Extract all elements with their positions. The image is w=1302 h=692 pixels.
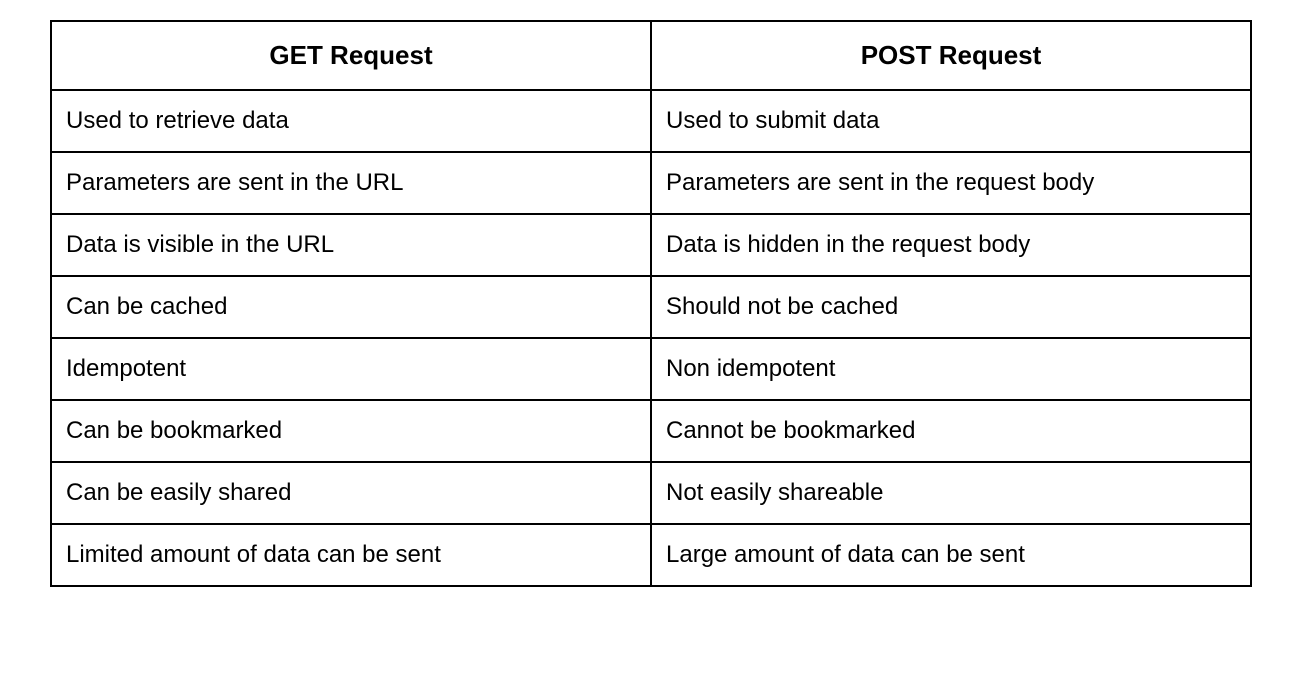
cell-post: Non idempotent [651,338,1251,400]
table-row: Parameters are sent in the URL Parameter… [51,152,1251,214]
table-row: Can be easily shared Not easily shareabl… [51,462,1251,524]
table-row: Idempotent Non idempotent [51,338,1251,400]
table-row: Used to retrieve data Used to submit dat… [51,90,1251,152]
table-row: Can be cached Should not be cached [51,276,1251,338]
cell-get: Idempotent [51,338,651,400]
table-header-row: GET Request POST Request [51,21,1251,90]
header-get: GET Request [51,21,651,90]
comparison-table: GET Request POST Request Used to retriev… [50,20,1252,587]
table-row: Limited amount of data can be sent Large… [51,524,1251,586]
table-row: Data is visible in the URL Data is hidde… [51,214,1251,276]
cell-get: Can be bookmarked [51,400,651,462]
cell-post: Used to submit data [651,90,1251,152]
cell-get: Used to retrieve data [51,90,651,152]
cell-get: Data is visible in the URL [51,214,651,276]
cell-post: Should not be cached [651,276,1251,338]
cell-post: Not easily shareable [651,462,1251,524]
cell-get: Can be cached [51,276,651,338]
cell-post: Parameters are sent in the request body [651,152,1251,214]
table-row: Can be bookmarked Cannot be bookmarked [51,400,1251,462]
cell-post: Data is hidden in the request body [651,214,1251,276]
header-post: POST Request [651,21,1251,90]
cell-get: Parameters are sent in the URL [51,152,651,214]
cell-get: Can be easily shared [51,462,651,524]
cell-post: Large amount of data can be sent [651,524,1251,586]
cell-post: Cannot be bookmarked [651,400,1251,462]
cell-get: Limited amount of data can be sent [51,524,651,586]
